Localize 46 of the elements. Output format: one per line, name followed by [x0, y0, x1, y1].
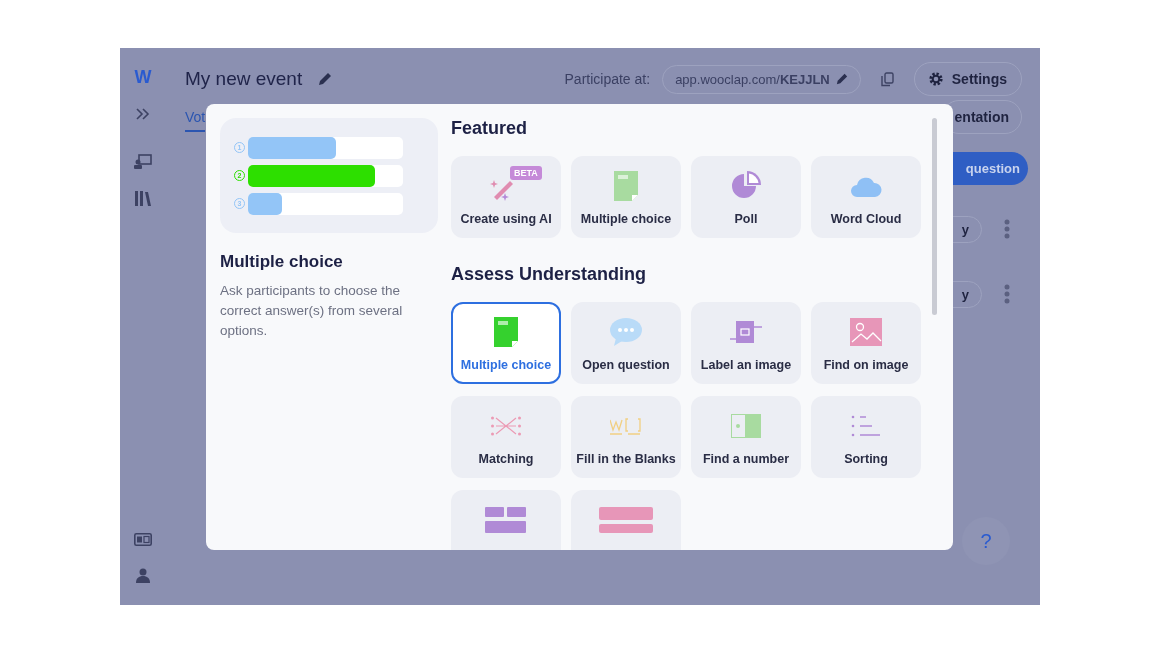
- scrollbar[interactable]: [932, 118, 937, 315]
- event-title: My new event: [185, 68, 303, 90]
- scale-icon: [599, 507, 653, 533]
- fill-blank-icon: [610, 416, 642, 436]
- numbered-list-icon: [851, 414, 881, 438]
- question-type-tile[interactable]: Label an image: [691, 302, 801, 384]
- document-icon: [494, 317, 518, 347]
- question-type-tile[interactable]: Multiple choice: [571, 156, 681, 238]
- question-type-tile[interactable]: Word Cloud: [811, 156, 921, 238]
- question-type-tile[interactable]: [571, 490, 681, 550]
- question-type-tile[interactable]: Sorting: [811, 396, 921, 478]
- participate-label: Participate at:: [564, 71, 651, 87]
- question-type-tile[interactable]: Find a number: [691, 396, 801, 478]
- document-icon: [614, 171, 638, 201]
- more-options-icon[interactable]: [1004, 219, 1010, 239]
- labeled-image-icon: [730, 319, 762, 345]
- number-cards-icon: [731, 414, 761, 438]
- expand-icon[interactable]: [136, 108, 150, 120]
- presentation-icon[interactable]: [134, 154, 152, 169]
- matching-lines-icon: [491, 415, 521, 437]
- question-type-tile[interactable]: BETA Create using AI: [451, 156, 561, 238]
- speech-bubble-icon: [610, 318, 642, 346]
- question-type-tile[interactable]: Multiple choice: [451, 302, 561, 384]
- question-type-tile[interactable]: Find on image: [811, 302, 921, 384]
- section-title: Assess Understanding: [451, 264, 648, 286]
- pie-chart-icon: [731, 171, 761, 201]
- question-type-tile[interactable]: Open question: [571, 302, 681, 384]
- scale-grid-icon: [485, 507, 527, 533]
- more-options-icon[interactable]: [1004, 284, 1010, 304]
- preview-description: Ask participants to choose the correct answer(s) from several options.: [220, 282, 404, 340]
- question-type-tile[interactable]: Fill in the Blanks: [571, 396, 681, 478]
- user-icon[interactable]: [136, 568, 150, 583]
- copy-icon[interactable]: [880, 71, 894, 87]
- edit-icon[interactable]: [318, 72, 333, 86]
- question-type-tile[interactable]: Poll: [691, 156, 801, 238]
- settings-icon: [928, 72, 943, 86]
- question-type-tile[interactable]: [451, 490, 561, 550]
- preview-title: Multiple choice: [220, 252, 344, 272]
- beta-badge: BETA: [510, 166, 542, 180]
- library-icon[interactable]: [135, 191, 151, 206]
- section-title: Featured: [451, 118, 529, 140]
- cloud-icon: [850, 175, 882, 197]
- edit-icon[interactable]: [835, 73, 848, 85]
- question-type-tile[interactable]: Matching: [451, 396, 561, 478]
- image-icon: [850, 318, 882, 346]
- language-icon[interactable]: [134, 533, 152, 546]
